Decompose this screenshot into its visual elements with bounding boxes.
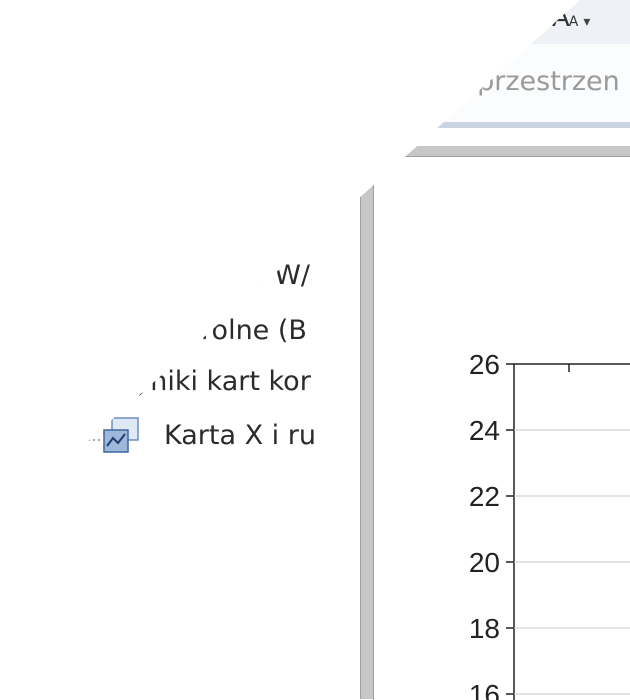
toolbar: AA ▾ bbox=[0, 0, 630, 45]
y-tick-label: 22 bbox=[469, 481, 500, 512]
output-viewer-pane: 26 24 22 20 18 16 bbox=[360, 146, 630, 700]
y-tick-label: 16 bbox=[469, 679, 500, 700]
tree-connector bbox=[0, 393, 102, 441]
control-chart: 26 24 22 20 18 16 bbox=[469, 349, 630, 700]
search-input[interactable]: o przestrzen bbox=[452, 66, 630, 97]
output-tree-pane: EW (B ogram W/ ty kontrolne (B Wyniki ka… bbox=[0, 128, 360, 699]
y-tick-label: 24 bbox=[469, 415, 500, 446]
collapse-arrow-icon[interactable] bbox=[340, 150, 362, 178]
search-bar[interactable]: o przestrzen bbox=[0, 44, 630, 128]
y-tick-label: 20 bbox=[469, 547, 500, 578]
font-size-icon-small: A bbox=[568, 14, 579, 30]
chart-canvas: 26 24 22 20 18 16 bbox=[373, 156, 630, 700]
y-tick-label: 26 bbox=[469, 349, 500, 380]
chevron-down-icon[interactable]: ▾ bbox=[583, 14, 590, 30]
font-size-icon-large: A bbox=[552, 3, 570, 33]
y-axis-line bbox=[513, 363, 630, 700]
font-size-icon[interactable]: AA ▾ bbox=[552, 0, 630, 44]
y-tick-label: 18 bbox=[469, 613, 500, 644]
